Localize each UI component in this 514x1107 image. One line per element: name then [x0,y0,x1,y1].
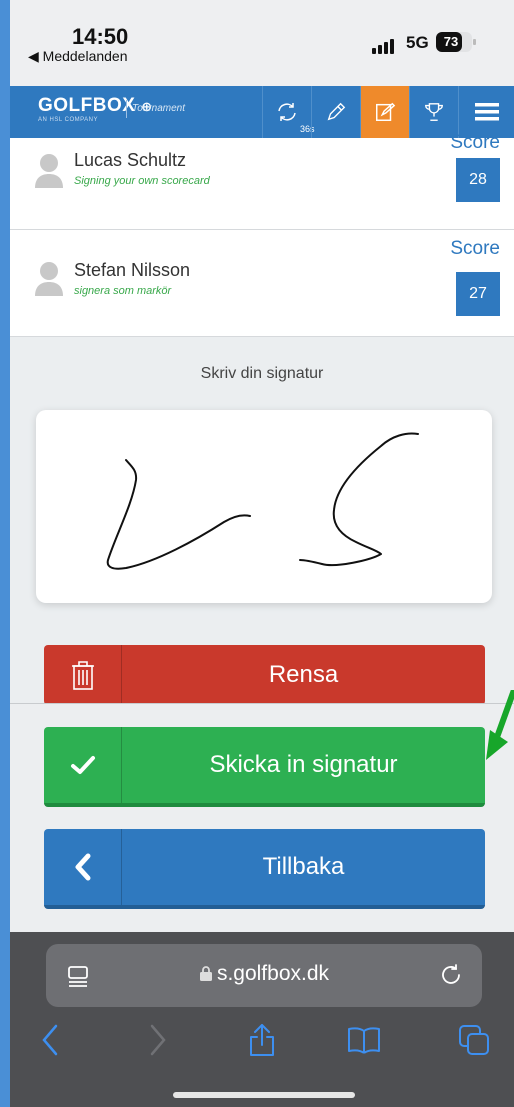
back-label: Tillbaka [262,853,345,880]
signal-icon [372,36,396,54]
battery-level: 73 [443,34,459,49]
player-status: signera som markör [74,285,172,297]
book-icon [348,1027,380,1054]
status-bar: 14:50 ◀ Meddelanden 5G 73 [10,0,514,86]
trophy-icon [425,103,443,121]
player-name: Stefan Nilsson [74,260,191,280]
avatar-icon [35,154,63,188]
trash-icon [44,645,122,705]
signature-title: Skriv din signatur [200,365,324,382]
score-value: 28 [456,158,500,202]
reload-icon[interactable] [438,962,464,988]
submit-signature-button[interactable]: Skicka in signatur [44,727,485,807]
clock: 14:50 [72,24,129,49]
scorecard-sign-button[interactable] [360,86,409,138]
pencil-icon [327,102,346,121]
chevron-left-icon [42,1024,58,1056]
url-display: s.golfbox.dk [46,962,482,986]
phone-screen: 14:50 ◀ Meddelanden 5G 73 GOLFBOX ⊕ AN H… [10,0,514,1107]
browser-back-button[interactable] [30,1020,70,1060]
signed-scorecard-icon [376,102,396,121]
player-status: Signing your own scorecard [74,175,210,187]
bookmarks-button[interactable] [344,1020,384,1060]
refresh-icon [278,103,296,121]
lock-icon [199,966,212,981]
tabs-button[interactable] [454,1020,494,1060]
score-label: Score [450,132,500,153]
tabs-icon [459,1025,489,1055]
home-indicator[interactable] [173,1092,355,1098]
submit-label: Skicka in signatur [209,751,398,778]
player-row: Stefan Nilsson signera som markör Score … [10,230,514,337]
edit-score-button[interactable] [311,86,360,138]
share-icon [250,1024,274,1056]
chevron-left-icon [44,829,122,905]
checkmark-icon [44,727,122,803]
back-button[interactable]: Tillbaka [44,829,485,909]
back-to-app-link[interactable]: ◀ Meddelanden [28,48,128,65]
avatar-icon [35,262,63,296]
signature-strokes [106,432,419,570]
player-name: Lucas Schultz [74,150,187,170]
annotation-arrow [486,690,514,760]
share-button[interactable] [242,1020,282,1060]
network-type: 5G [406,33,429,52]
clear-label: Rensa [268,661,339,688]
app-header: GOLFBOX ⊕ AN HSL COMPANY Tournament 36s [10,86,514,138]
clear-button[interactable]: Rensa [44,645,485,705]
url-text: s.golfbox.dk [216,962,330,985]
signature-pad[interactable] [36,410,492,603]
logo-text: GOLFBOX [38,95,136,116]
score-value: 27 [456,272,500,316]
score-label: Score [450,238,500,259]
section-label: Tournament [132,103,185,114]
menu-button[interactable] [458,86,514,138]
browser-toolbar: s.golfbox.dk [10,932,514,1107]
address-bar[interactable]: s.golfbox.dk [46,944,482,1007]
logo-divider [126,100,127,118]
leaderboard-button[interactable] [409,86,458,138]
chevron-right-icon [150,1024,166,1056]
battery-icon: 73 [436,32,476,52]
browser-forward-button[interactable] [138,1020,178,1060]
player-row: Lucas Schultz Signing your own scorecard… [10,132,514,230]
logo-tagline: AN HSL COMPANY [38,117,99,123]
hamburger-icon [474,103,499,121]
